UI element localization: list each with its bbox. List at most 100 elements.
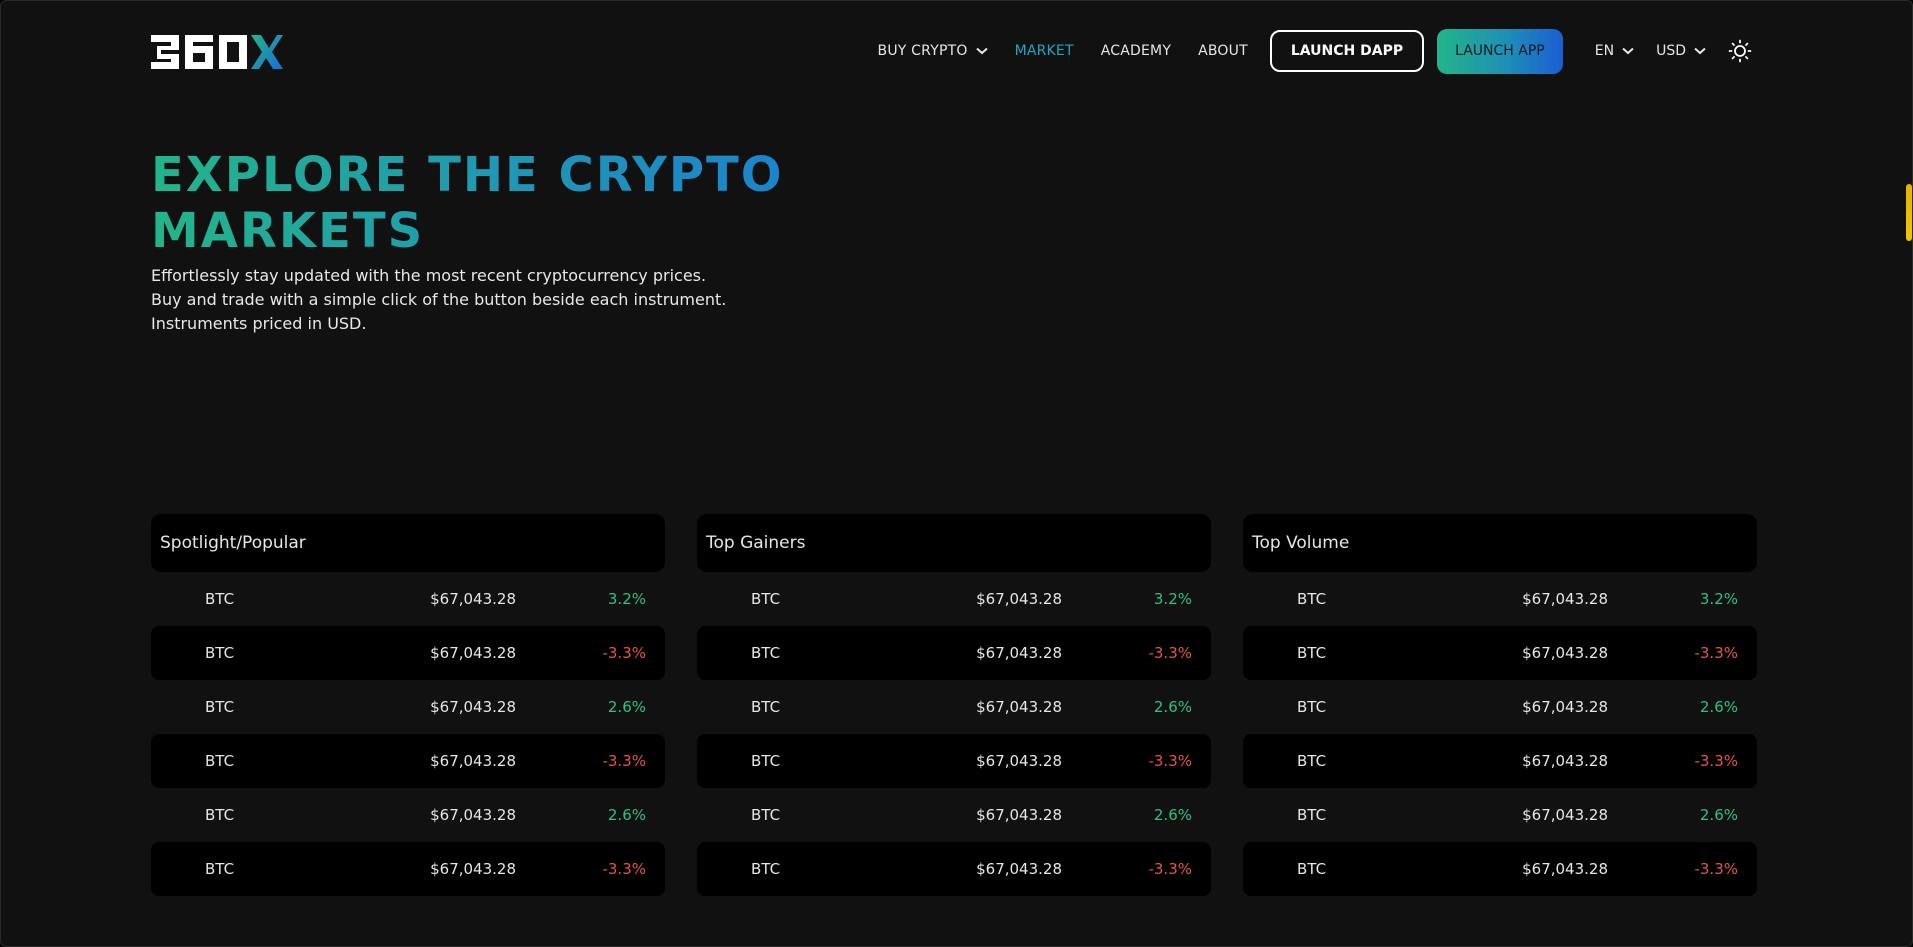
row-change: -3.3% — [602, 644, 646, 662]
row-change: 2.6% — [1699, 698, 1738, 716]
market-row[interactable]: BTC $67,043.28 3.2% — [697, 572, 1211, 626]
row-symbol: BTC — [205, 590, 235, 608]
chevron-down-icon — [975, 47, 988, 55]
row-price: $67,043.28 — [1522, 806, 1608, 824]
hero-desc-line-2: Buy and trade with a simple click of the… — [151, 290, 727, 309]
row-price: $67,043.28 — [1522, 590, 1608, 608]
row-symbol: BTC — [1297, 860, 1327, 878]
row-price: $67,043.28 — [976, 698, 1062, 716]
row-symbol: BTC — [205, 644, 235, 662]
row-price: $67,043.28 — [1522, 752, 1608, 770]
row-symbol: BTC — [751, 590, 781, 608]
market-row[interactable]: BTC $67,043.28 2.6% — [151, 680, 665, 734]
row-price: $67,043.28 — [1522, 644, 1608, 662]
row-symbol: BTC — [1297, 806, 1327, 824]
market-row[interactable]: BTC $67,043.28 2.6% — [1243, 788, 1757, 842]
card-title: Top Volume — [1243, 514, 1757, 572]
row-change: 2.6% — [607, 698, 646, 716]
row-change: 2.6% — [607, 806, 646, 824]
page-title-line-1: EXPLORE THE CRYPTO — [151, 147, 784, 203]
currency-select[interactable]: USD — [1656, 43, 1706, 59]
market-row[interactable]: BTC $67,043.28 -3.3% — [1243, 734, 1757, 788]
hero-desc-line-1: Effortlessly stay updated with the most … — [151, 266, 707, 285]
language-select[interactable]: EN — [1595, 43, 1634, 59]
row-symbol: BTC — [751, 644, 781, 662]
market-row[interactable]: BTC $67,043.28 2.6% — [151, 788, 665, 842]
market-row[interactable]: BTC $67,043.28 2.6% — [1243, 680, 1757, 734]
nav-market[interactable]: MARKET — [1015, 43, 1074, 59]
row-symbol: BTC — [751, 860, 781, 878]
sun-icon[interactable] — [1728, 39, 1752, 63]
row-price: $67,043.28 — [976, 806, 1062, 824]
market-row[interactable]: BTC $67,043.28 -3.3% — [151, 842, 665, 896]
chevron-down-icon — [1694, 47, 1706, 55]
row-price: $67,043.28 — [1522, 698, 1608, 716]
row-price: $67,043.28 — [430, 806, 516, 824]
chevron-down-icon — [1622, 47, 1634, 55]
row-price: $67,043.28 — [430, 698, 516, 716]
row-price: $67,043.28 — [430, 644, 516, 662]
launch-dapp-button[interactable]: LAUNCH DAPP — [1269, 30, 1425, 72]
row-change: 3.2% — [1699, 590, 1738, 608]
row-change: -3.3% — [602, 752, 646, 770]
launch-app-button[interactable]: LAUNCH APP — [1437, 28, 1563, 74]
market-row[interactable]: BTC $67,043.28 -3.3% — [1243, 626, 1757, 680]
row-price: $67,043.28 — [976, 644, 1062, 662]
nav-academy[interactable]: ACADEMY — [1101, 43, 1171, 59]
header: BUY CRYPTO MARKET ACADEMY ABOUT LAUNCH D… — [1, 1, 1912, 101]
row-price: $67,043.28 — [430, 590, 516, 608]
nav-about-label: ABOUT — [1198, 43, 1248, 59]
nav-buy-crypto[interactable]: BUY CRYPTO — [878, 43, 988, 59]
row-change: 3.2% — [1153, 590, 1192, 608]
row-change: -3.3% — [1148, 644, 1192, 662]
hero-desc-line-3: Instruments priced in USD. — [151, 314, 367, 333]
row-price: $67,043.28 — [976, 752, 1062, 770]
market-row[interactable]: BTC $67,043.28 3.2% — [1243, 572, 1757, 626]
row-change: 3.2% — [607, 590, 646, 608]
row-change: -3.3% — [1694, 860, 1738, 878]
row-price: $67,043.28 — [1522, 860, 1608, 878]
row-price: $67,043.28 — [976, 590, 1062, 608]
row-change: -3.3% — [1694, 644, 1738, 662]
row-symbol: BTC — [751, 698, 781, 716]
card-title: Spotlight/Popular — [151, 514, 665, 572]
row-symbol: BTC — [205, 752, 235, 770]
nav-about[interactable]: ABOUT — [1198, 43, 1248, 59]
row-change: -3.3% — [1694, 752, 1738, 770]
market-row[interactable]: BTC $67,043.28 -3.3% — [697, 734, 1211, 788]
row-symbol: BTC — [1297, 644, 1327, 662]
row-symbol: BTC — [1297, 590, 1327, 608]
hero-description: Effortlessly stay updated with the most … — [151, 264, 726, 336]
nav-buy-crypto-label: BUY CRYPTO — [877, 43, 968, 59]
row-symbol: BTC — [205, 806, 235, 824]
scrollbar-thumb[interactable] — [1906, 184, 1912, 241]
row-symbol: BTC — [751, 752, 781, 770]
main-nav: BUY CRYPTO MARKET ACADEMY ABOUT LAUNCH D… — [878, 28, 1752, 74]
market-row[interactable]: BTC $67,043.28 -3.3% — [697, 842, 1211, 896]
row-change: 2.6% — [1153, 698, 1192, 716]
market-row[interactable]: BTC $67,043.28 -3.3% — [151, 626, 665, 680]
row-symbol: BTC — [1297, 752, 1327, 770]
row-symbol: BTC — [751, 806, 781, 824]
market-card-spotlight: Spotlight/Popular BTC $67,043.28 3.2% BT… — [151, 514, 665, 896]
market-row[interactable]: BTC $67,043.28 2.6% — [697, 788, 1211, 842]
market-row[interactable]: BTC $67,043.28 -3.3% — [1243, 842, 1757, 896]
row-change: -3.3% — [1148, 752, 1192, 770]
row-change: -3.3% — [1148, 860, 1192, 878]
nav-market-label: MARKET — [1014, 43, 1074, 59]
language-value: EN — [1594, 43, 1615, 59]
market-row[interactable]: BTC $67,043.28 2.6% — [697, 680, 1211, 734]
card-title: Top Gainers — [697, 514, 1211, 572]
market-row[interactable]: BTC $67,043.28 3.2% — [151, 572, 665, 626]
page-title-line-2: MARKETS — [151, 203, 425, 259]
market-row[interactable]: BTC $67,043.28 -3.3% — [151, 734, 665, 788]
market-card-top-gainers: Top Gainers BTC $67,043.28 3.2% BTC $67,… — [697, 514, 1211, 896]
row-change: 2.6% — [1699, 806, 1738, 824]
logo[interactable] — [151, 33, 283, 71]
row-change: -3.3% — [602, 860, 646, 878]
market-row[interactable]: BTC $67,043.28 -3.3% — [697, 626, 1211, 680]
page: BUY CRYPTO MARKET ACADEMY ABOUT LAUNCH D… — [0, 0, 1913, 947]
row-symbol: BTC — [205, 860, 235, 878]
market-lists: Spotlight/Popular BTC $67,043.28 3.2% BT… — [151, 514, 1757, 896]
currency-value: USD — [1656, 43, 1686, 59]
